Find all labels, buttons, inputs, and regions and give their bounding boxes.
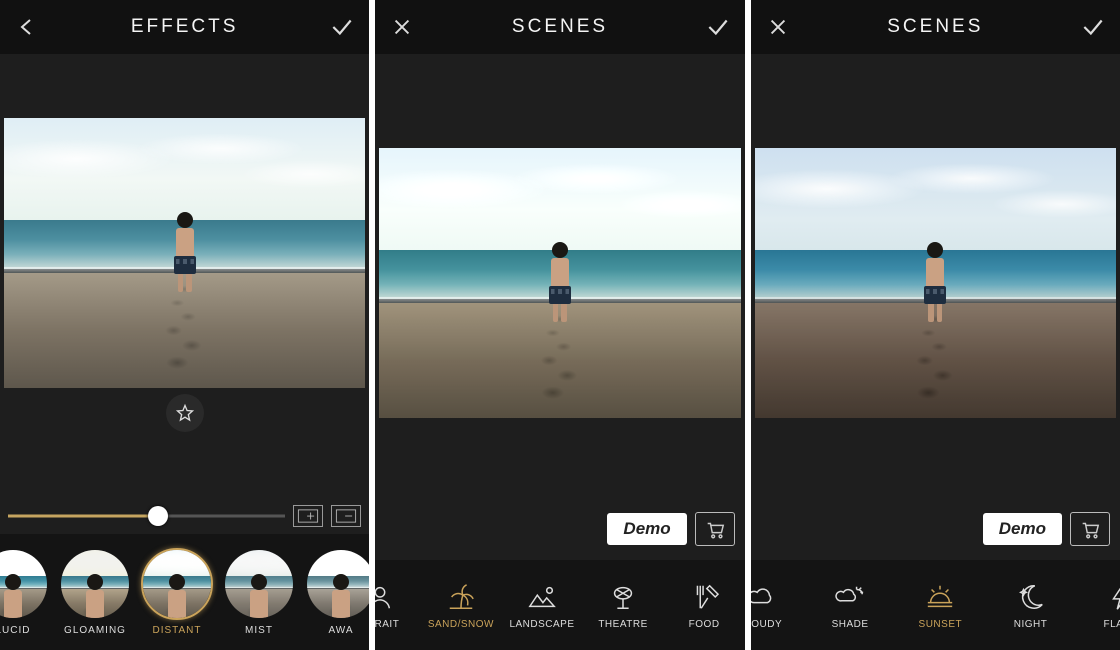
scene-landscape[interactable]: LANDSCAPE bbox=[506, 581, 578, 630]
effect-label: DISTANT bbox=[152, 625, 201, 636]
close-icon[interactable] bbox=[765, 14, 791, 40]
header: EFFECTS bbox=[0, 0, 369, 54]
photo-preview[interactable] bbox=[755, 148, 1116, 419]
scene-label: LANDSCAPE bbox=[509, 619, 574, 630]
scene-label: NIGHT bbox=[1014, 619, 1048, 630]
preview-area bbox=[0, 54, 369, 500]
photo-preview[interactable] bbox=[379, 148, 740, 419]
scene-portrait[interactable]: RTRAIT bbox=[375, 581, 416, 630]
screen-scenes-sand: SCENES Demo RTRAIT SAND/SNO bbox=[375, 0, 744, 650]
intensity-slider-row bbox=[0, 500, 369, 534]
cart-button[interactable] bbox=[1070, 512, 1110, 546]
landscape-icon bbox=[526, 581, 558, 613]
portrait-icon bbox=[375, 581, 396, 613]
scene-flash[interactable]: FLASH bbox=[1085, 581, 1120, 630]
effect-mist[interactable]: MIST bbox=[220, 548, 298, 636]
scene-label: SHADE bbox=[832, 619, 869, 630]
screen-effects: EFFECTS bbox=[0, 0, 369, 650]
confirm-icon[interactable] bbox=[1080, 14, 1106, 40]
cloudy-icon bbox=[751, 581, 776, 613]
scene-sunset[interactable]: SUNSET bbox=[904, 581, 976, 630]
header: SCENES bbox=[751, 0, 1120, 54]
back-icon[interactable] bbox=[14, 14, 40, 40]
header-title: SCENES bbox=[791, 16, 1080, 38]
demo-button[interactable]: Demo bbox=[983, 513, 1062, 545]
scene-sand-snow[interactable]: SAND/SNOW bbox=[425, 581, 497, 630]
effect-label: MIST bbox=[245, 625, 273, 636]
close-icon[interactable] bbox=[389, 14, 415, 40]
sunset-icon bbox=[924, 581, 956, 613]
effect-label: LUCID bbox=[0, 625, 31, 636]
demo-button[interactable]: Demo bbox=[607, 513, 686, 545]
screen-scenes-sunset: SCENES Demo CLOUDY SHADE bbox=[751, 0, 1120, 650]
scene-night[interactable]: NIGHT bbox=[995, 581, 1067, 630]
preview-area bbox=[375, 54, 744, 512]
compare-remove-button[interactable] bbox=[331, 505, 361, 527]
demo-row: Demo bbox=[375, 512, 744, 560]
effect-distant[interactable]: DISTANT bbox=[138, 548, 216, 636]
theatre-icon bbox=[607, 581, 639, 613]
effect-label: GLOAMING bbox=[64, 625, 126, 636]
scene-label: CLOUDY bbox=[751, 619, 782, 630]
header-title: SCENES bbox=[415, 16, 704, 38]
header: SCENES bbox=[375, 0, 744, 54]
effect-lucid[interactable]: LUCID bbox=[0, 548, 52, 636]
palm-icon bbox=[445, 581, 477, 613]
scene-label: RTRAIT bbox=[375, 619, 399, 630]
header-title: EFFECTS bbox=[40, 16, 329, 38]
compare-add-button[interactable] bbox=[293, 505, 323, 527]
food-icon bbox=[688, 581, 720, 613]
scene-cloudy[interactable]: CLOUDY bbox=[751, 581, 796, 630]
effect-gloaming[interactable]: GLOAMING bbox=[56, 548, 134, 636]
scene-label: SAND/SNOW bbox=[428, 619, 494, 630]
scene-shade[interactable]: SHADE bbox=[814, 581, 886, 630]
confirm-icon[interactable] bbox=[329, 14, 355, 40]
intensity-slider[interactable] bbox=[8, 504, 285, 528]
scene-label: FOOD bbox=[689, 619, 720, 630]
scene-food[interactable]: FOOD bbox=[668, 581, 740, 630]
effect-awa[interactable]: AWA bbox=[302, 548, 369, 636]
confirm-icon[interactable] bbox=[705, 14, 731, 40]
scene-label: FLASH bbox=[1103, 619, 1120, 630]
scene-bar[interactable]: CLOUDY SHADE SUNSET NIGHT FLASH bbox=[751, 560, 1120, 650]
scene-bar[interactable]: RTRAIT SAND/SNOW LANDSCAPE THEATRE FOOD bbox=[375, 560, 744, 650]
night-icon bbox=[1015, 581, 1047, 613]
scene-label: SUNSET bbox=[919, 619, 963, 630]
photo-preview[interactable] bbox=[4, 118, 365, 389]
flash-icon bbox=[1105, 581, 1120, 613]
cart-button[interactable] bbox=[695, 512, 735, 546]
effects-strip[interactable]: LUCID GLOAMING DISTANT MIST AWA bbox=[0, 534, 369, 650]
scene-label: THEATRE bbox=[598, 619, 647, 630]
favorite-button[interactable] bbox=[166, 394, 204, 432]
scene-theatre[interactable]: THEATRE bbox=[587, 581, 659, 630]
effect-label: AWA bbox=[328, 625, 353, 636]
shade-icon bbox=[834, 581, 866, 613]
demo-row: Demo bbox=[751, 512, 1120, 560]
preview-area bbox=[751, 54, 1120, 512]
